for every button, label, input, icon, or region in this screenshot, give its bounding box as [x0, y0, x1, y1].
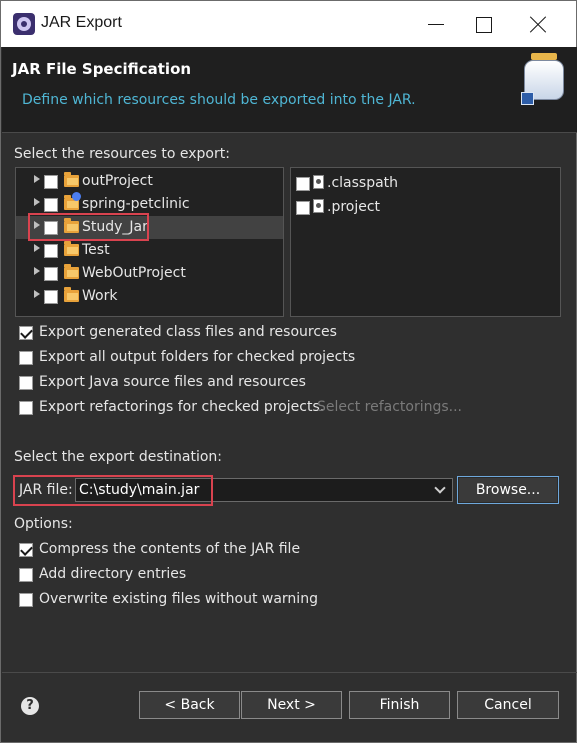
spring-badge-icon — [72, 192, 81, 201]
tree-item-label: Test — [82, 242, 110, 258]
expand-arrow-icon[interactable] — [34, 244, 40, 252]
checkbox[interactable] — [19, 593, 33, 607]
option-label: Export Java source files and resources — [39, 374, 306, 390]
chevron-down-icon[interactable] — [434, 482, 446, 494]
option-label: Export refactorings for checked projects… — [39, 399, 325, 415]
eclipse-icon — [13, 13, 35, 35]
minimize-button[interactable] — [413, 7, 457, 41]
page-description: Define which resources should be exporte… — [22, 92, 416, 108]
wizard-header: JAR File Specification Define which reso… — [2, 47, 577, 133]
jar-export-dialog: JAR Export JAR File Specification Define… — [0, 0, 577, 743]
checkbox[interactable] — [44, 198, 58, 212]
next-button[interactable]: Next > — [241, 691, 342, 719]
tree-item-label: spring-petclinic — [82, 196, 190, 212]
resources-label: Select the resources to export: — [14, 146, 230, 162]
expand-arrow-icon[interactable] — [34, 267, 40, 275]
file-item-label: .project — [327, 199, 381, 215]
file-item-classpath[interactable]: .classpath — [291, 172, 560, 195]
checkbox[interactable] — [44, 244, 58, 258]
tree-item-label: WebOutProject — [82, 265, 186, 281]
title-bar: JAR Export — [1, 1, 576, 47]
highlight-box-study-jar — [28, 213, 149, 241]
option-label: Export all output folders for checked pr… — [39, 349, 356, 365]
checkbox[interactable] — [296, 201, 310, 215]
project-folder-icon — [64, 264, 79, 279]
file-icon — [313, 199, 324, 213]
checkbox[interactable] — [44, 290, 58, 304]
project-folder-icon — [64, 241, 79, 256]
window-title: JAR Export — [41, 14, 122, 31]
option-label: Compress the contents of the JAR file — [39, 541, 301, 557]
page-title: JAR File Specification — [12, 60, 192, 78]
jar-icon — [521, 53, 567, 105]
finish-button[interactable]: Finish — [349, 691, 450, 719]
expand-arrow-icon[interactable] — [34, 290, 40, 298]
tree-item-outproject[interactable]: outProject — [16, 170, 283, 193]
project-folder-icon — [64, 287, 79, 302]
destination-label: Select the export destination: — [14, 449, 223, 465]
cancel-button[interactable]: Cancel — [457, 691, 559, 719]
project-folder-icon — [64, 172, 79, 187]
file-item-label: .classpath — [327, 175, 399, 191]
checkbox[interactable] — [44, 175, 58, 189]
file-list[interactable]: .classpath .project — [290, 167, 561, 317]
tree-item-weboutproject[interactable]: WebOutProject — [16, 262, 283, 285]
footer-divider — [2, 672, 577, 673]
highlight-box-jar-file — [13, 475, 213, 506]
checkbox[interactable] — [44, 267, 58, 281]
maximize-button[interactable] — [461, 7, 505, 41]
option-label: Add directory entries — [39, 566, 187, 582]
option-label: Export generated class files and resourc… — [39, 324, 337, 340]
checkbox-checked[interactable] — [19, 326, 33, 340]
expand-arrow-icon[interactable] — [34, 175, 40, 183]
close-button[interactable] — [519, 7, 563, 41]
tree-item-work[interactable]: Work — [16, 285, 283, 308]
option-label: Overwrite existing files without warning — [39, 591, 318, 607]
tree-item-label: Work — [82, 288, 118, 304]
checkbox-checked[interactable] — [19, 543, 33, 557]
expand-arrow-icon[interactable] — [34, 198, 40, 206]
file-icon — [313, 175, 324, 189]
back-button[interactable]: < Back — [139, 691, 240, 719]
checkbox[interactable] — [19, 351, 33, 365]
options-label: Options: — [14, 516, 73, 532]
help-icon[interactable]: ? — [21, 697, 39, 715]
browse-button[interactable]: Browse... — [457, 476, 559, 504]
file-item-project[interactable]: .project — [291, 196, 560, 219]
checkbox[interactable] — [19, 568, 33, 582]
checkbox[interactable] — [19, 376, 33, 390]
checkbox[interactable] — [296, 177, 310, 191]
checkbox[interactable] — [19, 401, 33, 415]
tree-item-label: outProject — [82, 173, 153, 189]
project-tree[interactable]: outProject spring-petclinic Study_Jar Te… — [15, 167, 284, 317]
select-refactorings-link: Select refactorings... — [317, 399, 463, 415]
tree-item-test[interactable]: Test — [16, 239, 283, 262]
